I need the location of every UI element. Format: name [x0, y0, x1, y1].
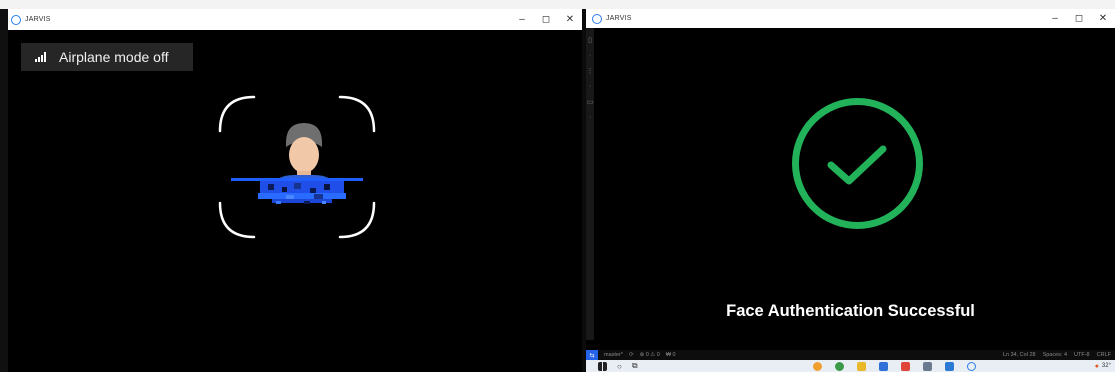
cursor-position[interactable]: Ln 34, Col 28	[1003, 352, 1036, 358]
minimize-button[interactable]: –	[1043, 9, 1067, 28]
weather-icon: ●	[1094, 362, 1099, 370]
search-icon[interactable]: ○	[617, 362, 622, 371]
person-avatar-icon	[272, 123, 336, 187]
encoding[interactable]: UTF-8	[1074, 352, 1090, 358]
maximize-button[interactable]: ◻	[534, 9, 558, 30]
window-title: JARVIS	[606, 15, 632, 22]
indentation[interactable]: Spaces: 4	[1043, 352, 1067, 358]
minimize-button[interactable]: –	[510, 9, 534, 30]
jarvis-taskbar-icon[interactable]	[966, 361, 976, 371]
signal-icon	[35, 52, 46, 62]
flyout-label: Airplane mode off	[59, 49, 169, 65]
app-icon	[592, 13, 602, 24]
task-view-icon[interactable]: ⧉	[632, 361, 638, 371]
airplane-mode-flyout: Airplane mode off	[21, 43, 193, 71]
app-red-icon[interactable]	[900, 361, 910, 371]
top-strip	[0, 0, 1115, 9]
line-ending[interactable]: CRLF	[1097, 352, 1111, 358]
app-gray-icon[interactable]	[922, 361, 932, 371]
weather-app-icon[interactable]	[812, 361, 822, 371]
close-button[interactable]: ✕	[558, 9, 582, 30]
ports-indicator[interactable]: ₩ 0	[666, 352, 676, 358]
branch-indicator[interactable]: master*	[604, 352, 623, 358]
sync-icon[interactable]: ⟳	[629, 352, 634, 358]
auth-result-window: JARVIS – ◻ ✕ ▯ · ⋮ · ▭ · Face Authentication …	[582, 9, 1115, 372]
window-title: JARVIS	[25, 16, 51, 23]
taskbar: ○ ⧉ ● 32°	[586, 360, 1115, 372]
file-explorer-icon[interactable]	[856, 361, 866, 371]
chrome-icon[interactable]	[834, 361, 844, 371]
app-icon	[11, 14, 21, 25]
remote-indicator-icon[interactable]: ⇆	[586, 350, 598, 360]
auth-success-message: Face Authentication Successful	[726, 302, 975, 320]
success-check-icon	[792, 98, 923, 229]
problems-indicator[interactable]: ⊗ 0 ⚠ 0	[640, 352, 660, 358]
titlebar[interactable]: JARVIS – ◻ ✕	[586, 9, 1115, 28]
temperature: 32°	[1101, 363, 1111, 369]
start-icon[interactable]	[598, 361, 607, 371]
store-icon[interactable]	[878, 361, 888, 371]
editor-status-bar: ⇆ master* ⟳ ⊗ 0 ⚠ 0 ₩ 0 Ln 34, Col 28 Sp…	[586, 350, 1115, 360]
editor-gutter: ▯ · ⋮ · ▭ ·	[586, 28, 594, 340]
scan-line-icon	[231, 178, 363, 204]
vscode-icon[interactable]	[944, 361, 954, 371]
face-scan-window: JARVIS – ◻ ✕ Airplane mode off	[0, 9, 582, 372]
close-button[interactable]: ✕	[1091, 9, 1115, 28]
face-scan-frame	[218, 95, 376, 239]
desktop: JARVIS – ◻ ✕ Airplane mode off JARVIS – …	[0, 0, 1115, 372]
titlebar[interactable]: JARVIS – ◻ ✕	[8, 9, 582, 30]
maximize-button[interactable]: ◻	[1067, 9, 1091, 28]
